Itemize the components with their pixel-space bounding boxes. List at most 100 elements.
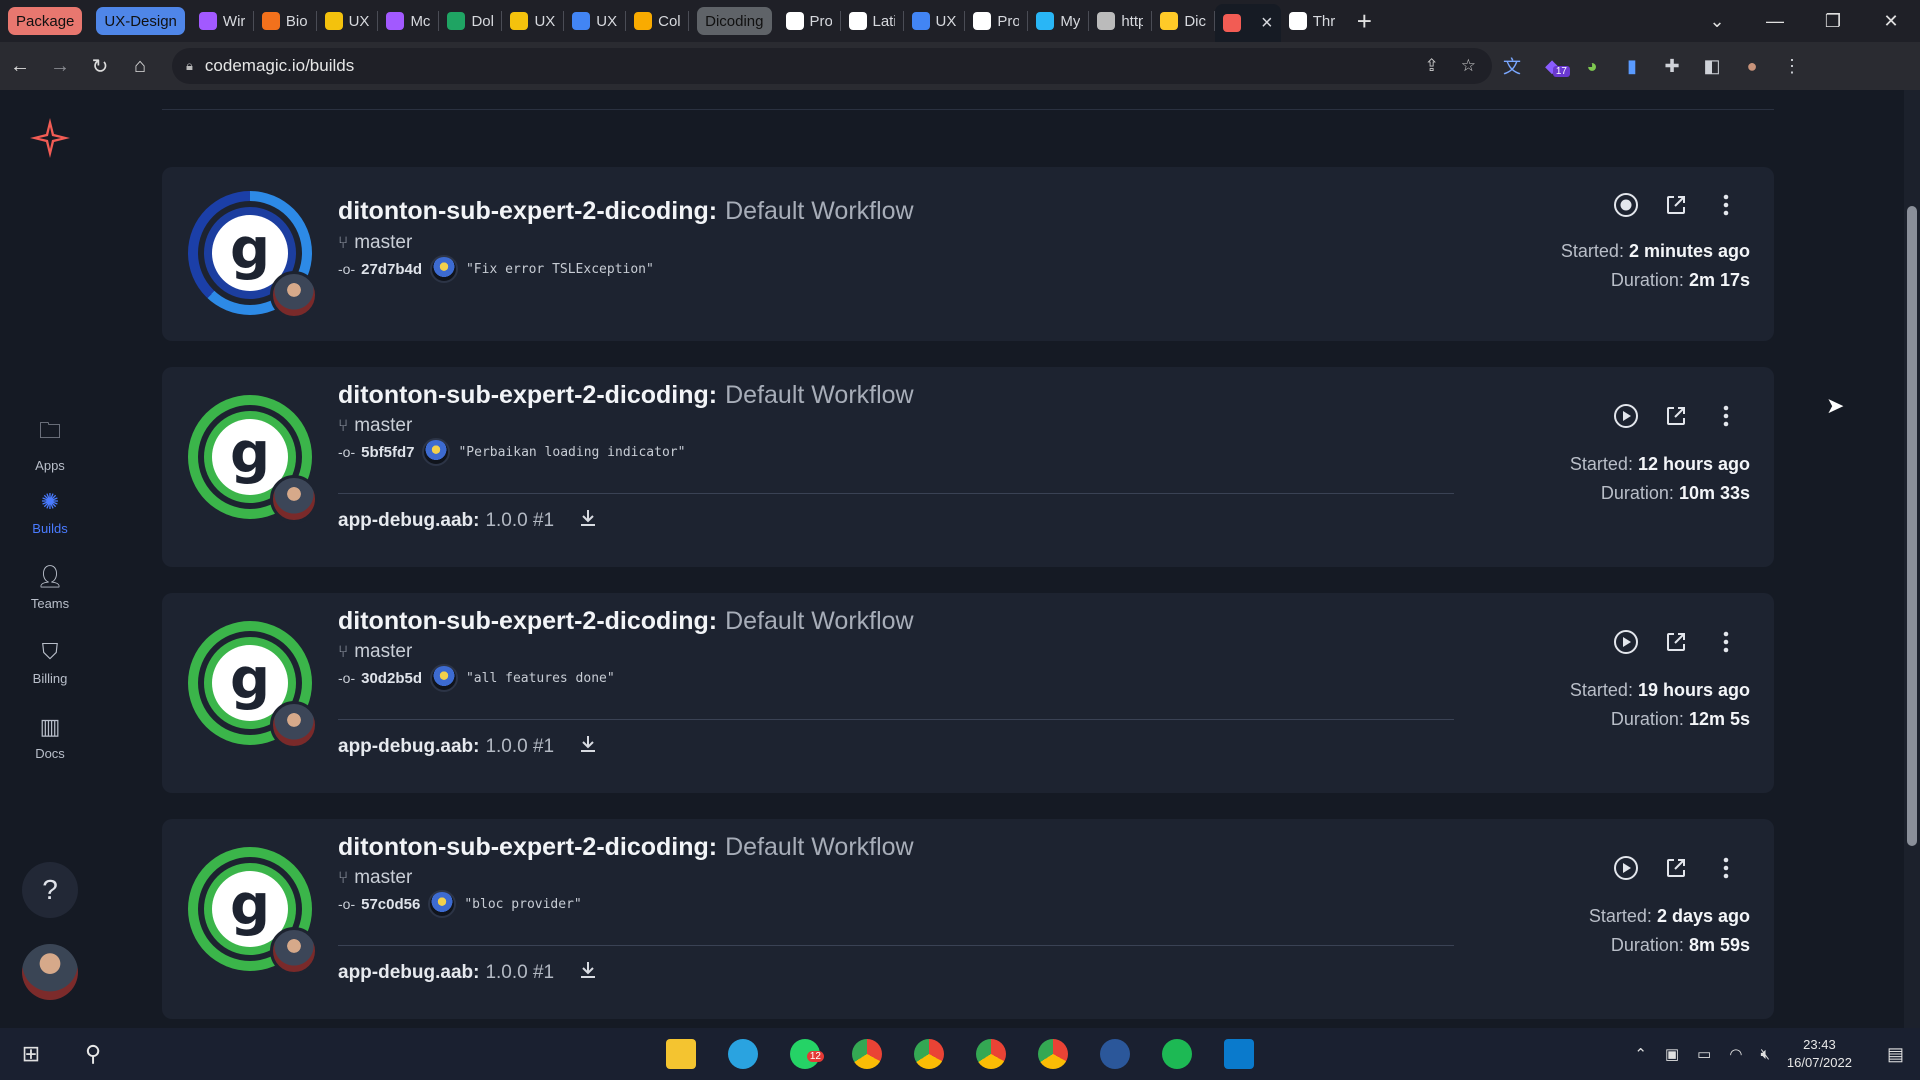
more-options-button[interactable] xyxy=(1712,628,1740,656)
browser-tab[interactable]: My xyxy=(1028,4,1088,38)
chrome-profile-icon[interactable] xyxy=(960,1039,1022,1069)
build-card[interactable]: g ditonton-sub-expert-2-dicoding: Default… xyxy=(162,367,1774,567)
more-options-button[interactable] xyxy=(1712,402,1740,430)
open-external-button[interactable] xyxy=(1662,628,1690,656)
download-artifact-button[interactable] xyxy=(578,734,598,759)
sidebar-item-docs[interactable]: ▥ Docs xyxy=(0,714,100,761)
minimize-button[interactable]: — xyxy=(1746,11,1804,32)
tab-group-chip[interactable]: Package xyxy=(8,7,83,35)
chrome-icon[interactable] xyxy=(836,1039,898,1069)
chrome-profile-icon[interactable] xyxy=(1022,1039,1084,1069)
browser-tab[interactable]: Wir xyxy=(191,4,253,38)
spotify-icon[interactable] xyxy=(1146,1039,1208,1069)
browser-tab[interactable]: UX xyxy=(904,4,965,38)
commit-hash[interactable]: 27d7b4d xyxy=(361,261,422,278)
telegram-icon[interactable] xyxy=(712,1039,774,1069)
help-button[interactable]: ? xyxy=(22,862,78,918)
vscode-icon[interactable] xyxy=(1208,1039,1270,1069)
wifi-icon[interactable]: ◠ xyxy=(1729,1045,1742,1063)
branch-name: master xyxy=(354,415,413,436)
colorful-extension-icon[interactable]: ◕ xyxy=(1572,56,1612,77)
rebuild-button[interactable] xyxy=(1612,628,1640,656)
open-external-button[interactable] xyxy=(1662,191,1690,219)
address-bar[interactable]: 🔒︎ codemagic.io/builds ⇪ ☆ xyxy=(172,48,1492,84)
close-window-button[interactable]: ✕ xyxy=(1862,11,1920,32)
extension-badge-icon[interactable]: ◆ 17 xyxy=(1532,56,1572,77)
system-clock[interactable]: 23:43 16/07/2022 xyxy=(1787,1036,1852,1072)
lock-icon[interactable]: 🔒︎ xyxy=(186,58,193,74)
volume-muted-icon[interactable]: 🔇︎ xyxy=(1760,1046,1769,1063)
meet-icon[interactable]: ▣ xyxy=(1665,1045,1679,1063)
rebuild-button[interactable] xyxy=(1612,402,1640,430)
browser-tab[interactable]: UX xyxy=(564,4,625,38)
back-button[interactable]: ← xyxy=(0,55,40,78)
whatsapp-icon[interactable]: 12 xyxy=(774,1039,836,1069)
tab-group-chip[interactable]: Dicoding xyxy=(697,7,772,35)
download-artifact-button[interactable] xyxy=(578,960,598,985)
browser-tab[interactable]: Lati xyxy=(841,4,903,38)
sidebar-item-apps[interactable]: 🗀︎ Apps xyxy=(0,414,100,473)
browser-tab[interactable]: Col xyxy=(626,4,688,38)
rebuild-button[interactable] xyxy=(1612,854,1640,882)
tab-search-icon[interactable]: ⌄ xyxy=(1688,11,1746,32)
browser-tab[interactable]: Mc xyxy=(378,4,438,38)
search-icon[interactable]: ⚲ xyxy=(62,1041,124,1067)
build-title[interactable]: ditonton-sub-expert-2-dicoding: Default W… xyxy=(338,607,914,636)
build-title[interactable]: ditonton-sub-expert-2-dicoding: Default W… xyxy=(338,381,914,410)
tab-group-chip[interactable]: UX-Design xyxy=(96,7,185,35)
started-label: Started: xyxy=(1560,241,1624,261)
browser-tab[interactable]: http xyxy=(1089,4,1151,38)
chevron-up-icon[interactable]: ⌃ xyxy=(1634,1045,1647,1063)
browser-tab[interactable]: × xyxy=(1215,4,1281,42)
browser-tab[interactable]: Dic xyxy=(1152,4,1214,38)
battery-icon[interactable]: ▭ xyxy=(1697,1045,1711,1063)
chrome-profile-icon[interactable] xyxy=(898,1039,960,1069)
build-title[interactable]: ditonton-sub-expert-2-dicoding: Default W… xyxy=(338,197,914,226)
stop-build-button[interactable] xyxy=(1612,191,1640,219)
word-icon[interactable] xyxy=(1084,1039,1146,1069)
commit-hash[interactable]: 57c0d56 xyxy=(361,896,420,913)
share-icon[interactable]: ⇪ xyxy=(1425,56,1439,76)
build-card[interactable]: g ditonton-sub-expert-2-dicoding: Default… xyxy=(162,593,1774,793)
commit-hash[interactable]: 30d2b5d xyxy=(361,670,422,687)
file-explorer-icon[interactable] xyxy=(650,1039,712,1069)
sidebar-item-teams[interactable]: 👤︎ Teams xyxy=(0,564,100,611)
browser-tab[interactable]: UX xyxy=(502,4,563,38)
browser-menu-icon[interactable]: ⋮ xyxy=(1772,56,1812,77)
close-tab-icon[interactable]: × xyxy=(1261,12,1273,35)
browser-tab[interactable]: Pro xyxy=(778,4,840,38)
open-external-button[interactable] xyxy=(1662,402,1690,430)
browser-tab[interactable]: Thr xyxy=(1281,4,1343,38)
page-scrollbar[interactable] xyxy=(1904,90,1920,1028)
translate-extension-icon[interactable]: 文 xyxy=(1492,53,1532,79)
restore-button[interactable]: ❐ xyxy=(1804,11,1862,32)
notifications-icon[interactable]: ▤ xyxy=(1887,1044,1904,1065)
forward-button[interactable]: → xyxy=(40,55,80,78)
open-external-button[interactable] xyxy=(1662,854,1690,882)
browser-tab[interactable]: Pro xyxy=(965,4,1027,38)
profile-avatar[interactable]: ● xyxy=(1732,56,1772,77)
build-card[interactable]: g ditonton-sub-expert-2-dicoding: Default… xyxy=(162,167,1774,341)
home-button[interactable]: ⌂ xyxy=(120,55,160,78)
bookmark-star-icon[interactable]: ☆ xyxy=(1461,56,1476,76)
more-options-button[interactable] xyxy=(1712,854,1740,882)
build-title[interactable]: ditonton-sub-expert-2-dicoding: Default W… xyxy=(338,833,914,862)
more-options-button[interactable] xyxy=(1712,191,1740,219)
sidebar-item-billing[interactable]: ⛉ Billing xyxy=(0,639,100,686)
clipboard-extension-icon[interactable]: ▮ xyxy=(1612,56,1652,77)
reload-button[interactable]: ↻ xyxy=(80,54,120,79)
codemagic-logo[interactable] xyxy=(28,116,72,160)
new-tab-button[interactable]: + xyxy=(1357,6,1372,37)
commit-hash[interactable]: 5bf5fd7 xyxy=(361,444,414,461)
user-avatar[interactable] xyxy=(22,944,78,1000)
start-button[interactable]: ⊞ xyxy=(0,1041,62,1067)
sidebar-item-builds[interactable]: ✺ Builds xyxy=(0,489,100,536)
scrollbar-thumb[interactable] xyxy=(1907,206,1917,846)
side-panel-icon[interactable]: ◧ xyxy=(1692,56,1732,77)
download-artifact-button[interactable] xyxy=(578,508,598,533)
extensions-puzzle-icon[interactable]: ✚ xyxy=(1652,56,1692,77)
browser-tab[interactable]: Bio xyxy=(254,4,316,38)
build-card[interactable]: g ditonton-sub-expert-2-dicoding: Default… xyxy=(162,819,1774,1019)
browser-tab[interactable]: Dok xyxy=(439,4,501,38)
browser-tab[interactable]: UX xyxy=(317,4,378,38)
